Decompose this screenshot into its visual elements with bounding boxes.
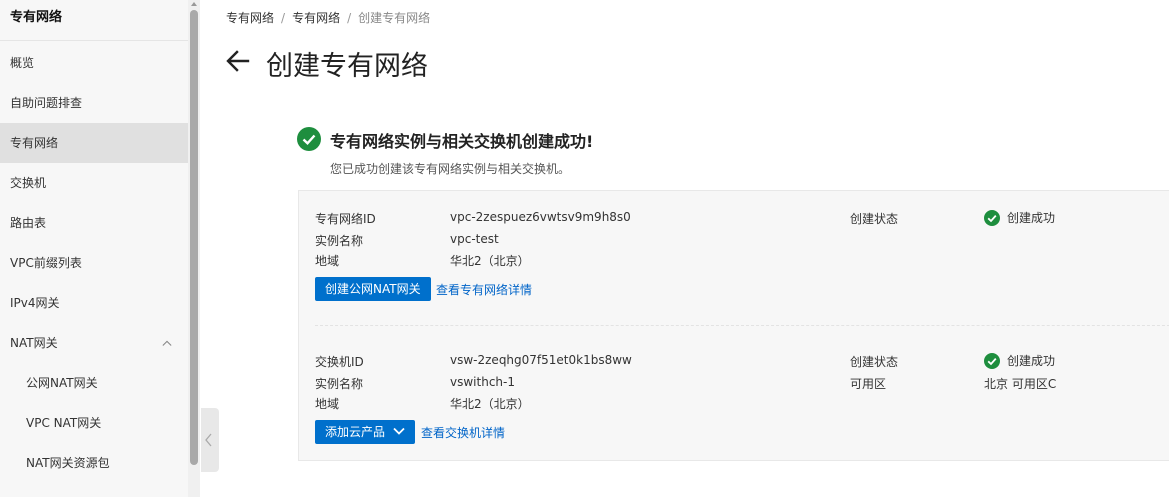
breadcrumb-item-vpc[interactable]: 专有网络 [292, 11, 340, 25]
breadcrumb: 专有网络 / 专有网络 / 创建专有网络 [226, 9, 430, 26]
back-arrow-icon[interactable] [226, 50, 250, 72]
chevron-up-icon [162, 340, 172, 346]
vswitch-status: 创建成功 [984, 352, 1055, 369]
vswitch-name-value: vswithch-1 [450, 375, 515, 389]
scroll-up-arrow-icon[interactable] [191, 2, 197, 6]
breadcrumb-item-vpc-console[interactable]: 专有网络 [226, 11, 274, 25]
chevron-down-icon [393, 427, 405, 435]
add-cloud-product-button[interactable]: 添加云产品 [315, 420, 416, 444]
breadcrumb-item-current: 创建专有网络 [358, 11, 431, 25]
sidebar-collapse-button[interactable] [201, 408, 219, 472]
resource-details-panel: 专有网络ID vpc-2zespuez6vwtsv9m9h8s0 实例名称 vp… [298, 190, 1169, 461]
sidebar-item-overview[interactable]: 概览 [0, 43, 188, 83]
vswitch-id-value: vsw-2zeqhg07f51et0k1bs8ww [450, 353, 632, 367]
sidebar-scrollbar[interactable] [188, 0, 200, 497]
vpc-name-value: vpc-test [450, 232, 499, 246]
sidebar-nav: 概览 自助问题排查 专有网络 交换机 路由表 VPC前缀列表 IPv4网关 NA… [0, 43, 188, 483]
vswitch-status-value: 创建成功 [1007, 354, 1056, 368]
sidebar-item-route-table[interactable]: 路由表 [0, 203, 188, 243]
success-title: 专有网络实例与相关交换机创建成功! [330, 132, 594, 151]
sidebar-item-vpc[interactable]: 专有网络 [0, 123, 188, 163]
vpc-region-label: 地域 [315, 254, 340, 268]
breadcrumb-separator: / [281, 11, 286, 25]
vswitch-status-label: 创建状态 [850, 355, 899, 369]
success-check-icon [984, 352, 1000, 369]
vswitch-zone-label: 可用区 [850, 377, 887, 391]
sidebar-divider [0, 40, 188, 41]
sidebar-item-nat-gateway[interactable]: NAT网关 [0, 323, 188, 363]
create-public-nat-gateway-button[interactable]: 创建公网NAT网关 [315, 277, 431, 301]
add-cloud-product-label: 添加云产品 [325, 425, 386, 439]
view-vpc-details-link[interactable]: 查看专有网络详情 [436, 281, 532, 298]
sidebar-title: 专有网络 [10, 10, 63, 25]
page-title: 创建专有网络 [266, 51, 428, 82]
view-vswitch-details-link[interactable]: 查看交换机详情 [421, 424, 505, 441]
vswitch-region-label: 地域 [315, 397, 340, 411]
sidebar-item-label: NAT网关 [10, 336, 58, 350]
vpc-id-label: 专有网络ID [315, 212, 376, 226]
breadcrumb-separator: / [347, 11, 352, 25]
vpc-status-label: 创建状态 [850, 212, 899, 226]
vpc-region-value: 华北2（北京） [450, 254, 530, 268]
success-subtitle: 您已成功创建该专有网络实例与相关交换机。 [330, 162, 571, 176]
sidebar-item-ipv4-gateway[interactable]: IPv4网关 [0, 283, 188, 323]
sidebar-item-self-diagnosis[interactable]: 自助问题排查 [0, 83, 188, 123]
vpc-id-value: vpc-2zespuez6vwtsv9m9h8s0 [450, 210, 631, 224]
vpc-name-label: 实例名称 [315, 234, 364, 248]
sidebar-item-nat-resource-package[interactable]: NAT网关资源包 [0, 443, 188, 483]
vpc-status: 创建成功 [984, 209, 1055, 226]
success-check-icon [984, 209, 1000, 226]
sidebar-item-vpc-prefix-list[interactable]: VPC前缀列表 [0, 243, 188, 283]
vpc-status-value: 创建成功 [1007, 211, 1056, 225]
sidebar: 专有网络 概览 自助问题排查 专有网络 交换机 路由表 VPC前缀列表 IPv4… [0, 0, 200, 497]
sidebar-item-vswitch[interactable]: 交换机 [0, 163, 188, 203]
chevron-left-icon [205, 433, 212, 447]
vswitch-region-value: 华北2（北京） [450, 397, 530, 411]
success-check-icon [297, 127, 321, 151]
sidebar-scroll-thumb[interactable] [190, 10, 198, 465]
vswitch-id-label: 交换机ID [315, 355, 364, 369]
sidebar-item-public-nat-gateway[interactable]: 公网NAT网关 [0, 363, 188, 403]
section-divider [315, 325, 1169, 326]
sidebar-item-vpc-nat-gateway[interactable]: VPC NAT网关 [0, 403, 188, 443]
vswitch-name-label: 实例名称 [315, 377, 364, 391]
vswitch-zone-value: 北京 可用区C [984, 377, 1057, 391]
